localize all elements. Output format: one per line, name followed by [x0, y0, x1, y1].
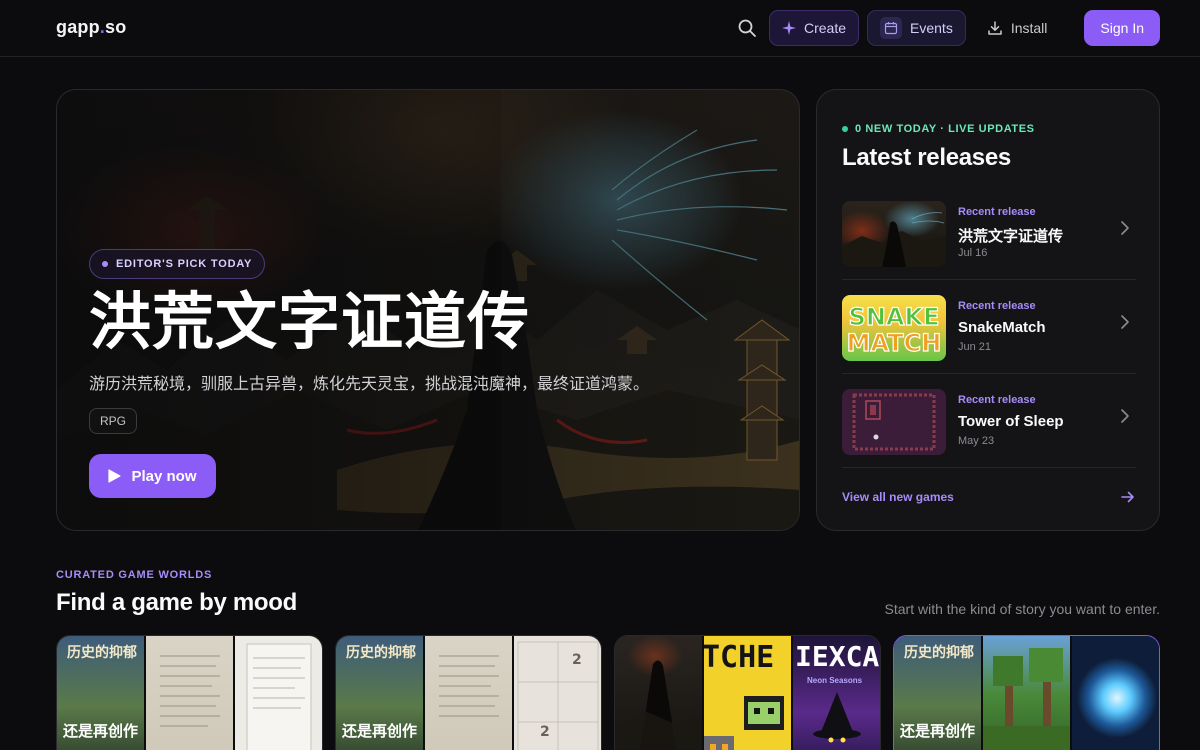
- card-image: 历史的抑郁 还是再创作: [336, 636, 425, 750]
- arrow-right-icon[interactable]: [1121, 490, 1135, 504]
- badge-dot: [102, 261, 108, 267]
- logo-prefix: gapp: [56, 17, 100, 37]
- card-image: 历史的抑郁 还是再创作: [894, 636, 983, 750]
- play-now-button[interactable]: Play now: [89, 454, 216, 498]
- card-image-text: 还是再创作: [63, 723, 139, 740]
- play-icon: [108, 469, 122, 483]
- card-image: [615, 636, 704, 750]
- chevron-right-icon: [1121, 409, 1129, 423]
- card-image-text: 历史的抑郁: [67, 644, 137, 660]
- card-image-text: 历史的抑郁: [346, 644, 416, 660]
- release-thumbnail: [842, 389, 946, 455]
- release-thumbnail: [842, 201, 946, 267]
- chevron-right-icon: [1121, 221, 1129, 235]
- play-label: Play now: [131, 467, 197, 485]
- search-icon: [738, 19, 756, 37]
- release-name: SnakeMatch: [958, 319, 1046, 336]
- top-nav: Create Events Install Sign In: [729, 10, 1160, 46]
- mood-card[interactable]: 历史的抑郁 还是再创作: [56, 635, 323, 750]
- hero-title: 洪荒文字证道传: [89, 288, 531, 357]
- events-button[interactable]: Events: [867, 10, 966, 46]
- card-image: 历史的抑郁 还是再创作: [57, 636, 146, 750]
- release-name: 洪荒文字证道传: [958, 228, 1064, 245]
- live-updates-indicator: 0 NEW TODAY · LIVE UPDATES: [842, 123, 1035, 135]
- card-image-text: 还是再创作: [342, 723, 418, 740]
- release-date: Jun 21: [958, 341, 992, 353]
- site-logo[interactable]: gapp.so: [56, 17, 126, 38]
- divider: [842, 467, 1136, 468]
- chevron-right-icon: [1121, 315, 1129, 329]
- card-image: [146, 636, 235, 750]
- card-image: [235, 636, 322, 750]
- section-kicker: CURATED GAME WORLDS: [56, 569, 213, 581]
- card-image-text: 还是再创作: [900, 723, 976, 740]
- card-image-text: 历史的抑郁: [904, 644, 974, 660]
- create-label: Create: [803, 20, 847, 36]
- download-icon: [988, 21, 1002, 35]
- create-button[interactable]: Create: [768, 10, 860, 46]
- calendar-icon: [880, 17, 903, 39]
- sparkle-icon: [781, 21, 796, 35]
- card-image: [425, 636, 514, 750]
- release-date: May 23: [958, 435, 995, 447]
- install-label: Install: [1010, 20, 1048, 36]
- card-image: 2 2: [514, 636, 601, 750]
- mood-card[interactable]: 历史的抑郁 还是再创作 2 2: [335, 635, 602, 750]
- sign-in-button[interactable]: Sign In: [1084, 10, 1160, 46]
- release-kicker: Recent release: [958, 206, 1036, 218]
- search-button[interactable]: [729, 10, 765, 46]
- grid-number: 2: [540, 724, 550, 740]
- mood-card[interactable]: 历史的抑郁 还是再创作: [893, 635, 1160, 750]
- release-date: Jul 16: [958, 247, 988, 259]
- editors-pick-badge: EDITOR'S PICK TODAY: [89, 249, 266, 279]
- latest-releases-title: Latest releases: [842, 144, 1011, 171]
- thumb-text-snake: SNAKE: [849, 303, 940, 331]
- live-text: 0 NEW TODAY · LIVE UPDATES: [855, 123, 1035, 135]
- card-image: [983, 636, 1072, 750]
- section-title: Find a game by mood: [56, 589, 297, 616]
- latest-releases-panel: 0 NEW TODAY · LIVE UPDATES Latest releas…: [816, 89, 1160, 531]
- card-image: TCHE: [704, 636, 793, 750]
- release-kicker: Recent release: [958, 394, 1036, 406]
- release-thumbnail: SNAKE MATCH: [842, 295, 946, 361]
- grid-number: 2: [572, 652, 582, 668]
- card-image: [1072, 636, 1159, 750]
- install-button[interactable]: Install: [974, 10, 1061, 46]
- release-item[interactable]: SNAKE MATCH Recent release SnakeMatch Ju…: [842, 280, 1136, 374]
- genre-tag[interactable]: RPG: [89, 408, 138, 434]
- badge-label: EDITOR'S PICK TODAY: [116, 258, 253, 270]
- events-label: Events: [910, 20, 953, 36]
- release-name: Tower of Sleep: [958, 413, 1064, 430]
- hero-banner[interactable]: EDITOR'S PICK TODAY 洪荒文字证道传 游历洪荒秘境，驯服上古异…: [56, 89, 800, 531]
- mood-card[interactable]: TCHE IEXCA Neon Seasons: [614, 635, 881, 750]
- release-item[interactable]: Recent release 洪荒文字证道传 Jul 16: [842, 186, 1136, 280]
- card-image: IEXCA Neon Seasons: [793, 636, 880, 750]
- section-subtitle: Start with the kind of story you want to…: [884, 601, 1160, 617]
- hero-description: 游历洪荒秘境，驯服上古异兽，炼化先天灵宝，挑战混沌魔神，最终证道鸿蒙。: [89, 376, 650, 393]
- release-item[interactable]: Recent release Tower of Sleep May 23: [842, 374, 1136, 468]
- live-dot: [842, 126, 848, 132]
- release-kicker: Recent release: [958, 300, 1036, 312]
- view-all-new-games-link[interactable]: View all new games: [842, 490, 954, 504]
- thumb-text-match: MATCH: [847, 329, 942, 357]
- top-header: gapp.so Create Events Install Sign In: [0, 0, 1200, 57]
- logo-suffix: so: [105, 17, 127, 37]
